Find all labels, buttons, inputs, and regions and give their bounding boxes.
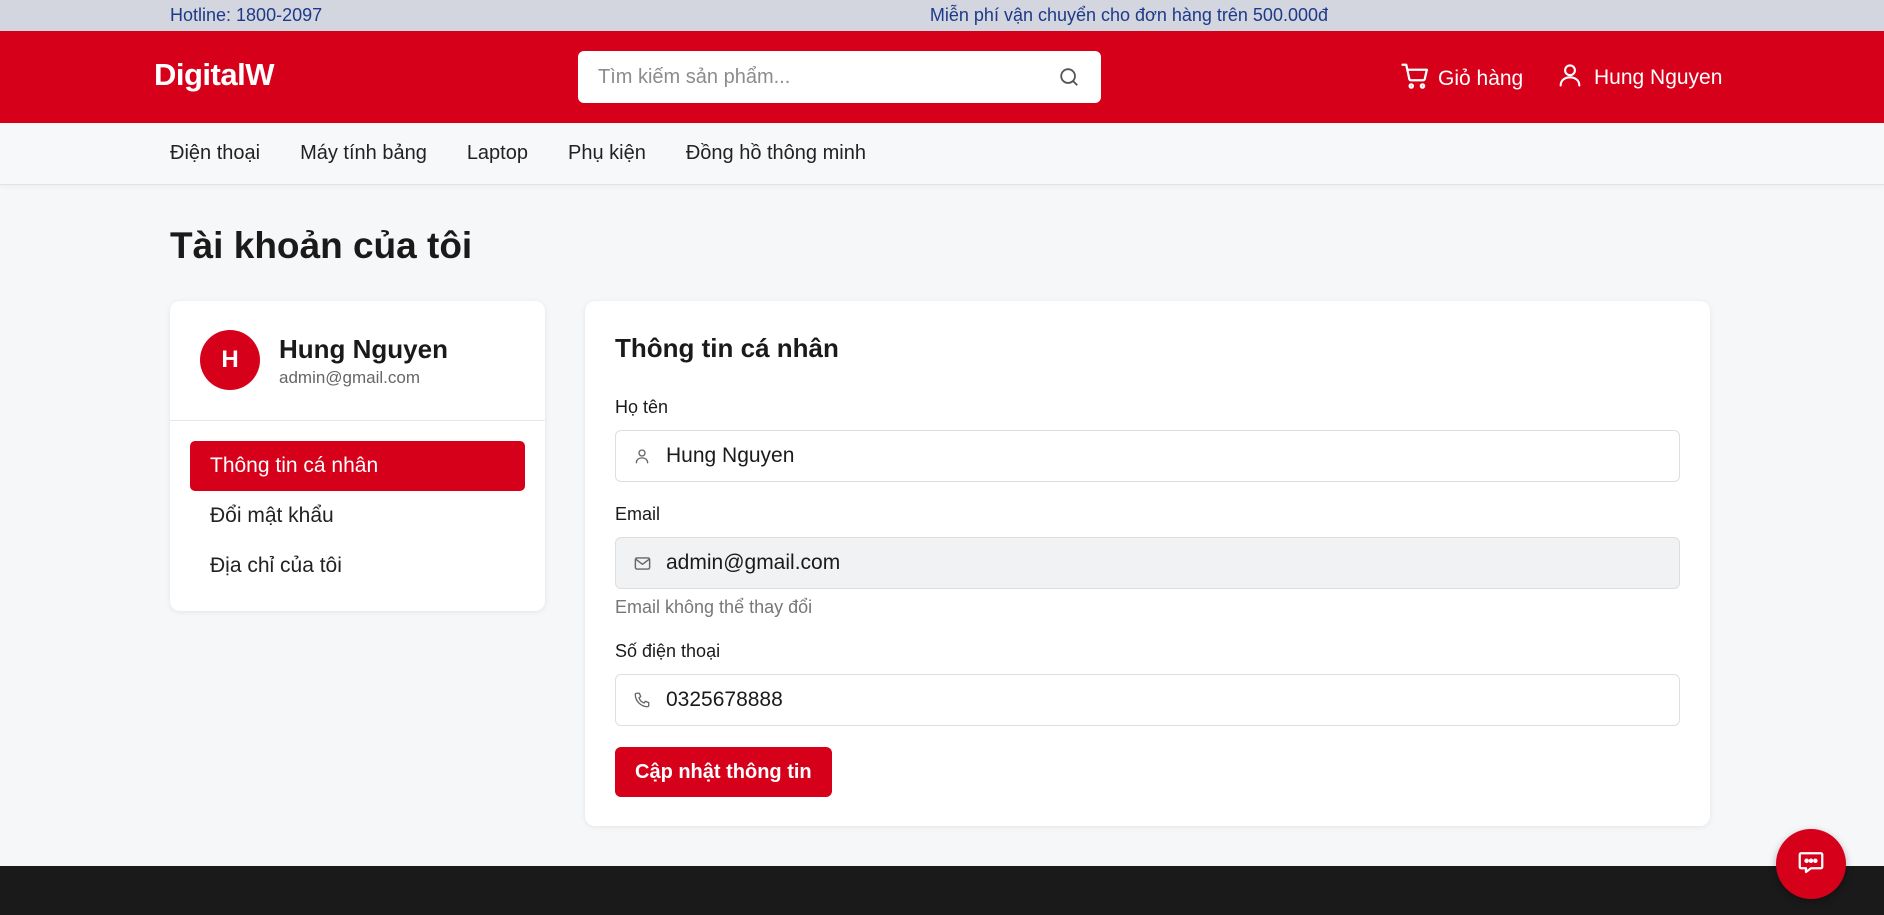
sidebar-item-personal-info[interactable]: Thông tin cá nhân (190, 441, 525, 491)
cart-link[interactable]: Giỏ hàng (1400, 61, 1523, 97)
nav-item-tablets[interactable]: Máy tính bảng (300, 142, 427, 165)
phone-label: Số điện thoại (615, 641, 721, 661)
profile-name: Hung Nguyen (279, 334, 448, 364)
phone-input[interactable] (666, 688, 1679, 712)
name-field (615, 430, 1680, 482)
cart-icon (1400, 61, 1430, 97)
email-input (666, 551, 1679, 575)
email-field (615, 537, 1680, 589)
email-hint: Email không thể thay đổi (615, 597, 813, 617)
personal-info-card: Thông tin cá nhân Họ tên Email Email khô… (585, 301, 1710, 826)
email-label: Email (615, 504, 661, 524)
category-nav: Điện thoại Máy tính bảng Laptop Phụ kiện… (0, 123, 1884, 185)
name-input[interactable] (666, 444, 1679, 468)
user-icon (1556, 61, 1584, 95)
phone-field (615, 674, 1680, 726)
account-sidebar: H Hung Nguyen admin@gmail.com Thông tin … (170, 301, 545, 611)
avatar: H (200, 330, 260, 390)
profile-email: admin@gmail.com (279, 368, 421, 387)
phone-icon (632, 690, 652, 710)
nav-item-laptop[interactable]: Laptop (467, 142, 528, 165)
sidebar-item-change-password[interactable]: Đổi mật khẩu (190, 491, 525, 541)
user-name: Hung Nguyen (1594, 66, 1723, 89)
user-menu[interactable]: Hung Nguyen (1556, 61, 1722, 95)
site-header: DigitalW Giỏ hàng Hung Nguyen (0, 31, 1884, 123)
update-info-button[interactable]: Cập nhật thông tin (615, 747, 832, 797)
user-icon (632, 446, 652, 466)
search-box (578, 51, 1101, 103)
hotline-text: Hotline: 1800-2097 (170, 5, 323, 25)
nav-item-phones[interactable]: Điện thoại (170, 142, 260, 165)
sidebar-item-addresses[interactable]: Địa chỉ của tôi (190, 541, 525, 591)
page-title: Tài khoản của tôi (170, 225, 473, 266)
search-input[interactable] (598, 65, 1057, 89)
search-icon[interactable] (1057, 65, 1081, 89)
top-info-bar: Hotline: 1800-2097 Miễn phí vận chuyển c… (0, 0, 1884, 31)
chat-icon (1796, 847, 1826, 882)
mail-icon (632, 553, 652, 573)
nav-item-smartwatch[interactable]: Đồng hồ thông minh (686, 142, 866, 165)
chat-button[interactable] (1776, 829, 1846, 899)
site-footer (0, 866, 1884, 915)
shipping-notice: Miễn phí vận chuyển cho đơn hàng trên 50… (929, 5, 1328, 25)
account-menu: Thông tin cá nhân Đổi mật khẩu Địa chỉ c… (170, 421, 545, 611)
site-logo[interactable]: DigitalW (154, 57, 275, 93)
section-title: Thông tin cá nhân (615, 333, 839, 363)
nav-item-accessories[interactable]: Phụ kiện (568, 142, 646, 165)
cart-label: Giỏ hàng (1438, 67, 1524, 90)
profile-summary: H Hung Nguyen admin@gmail.com (170, 301, 545, 421)
name-label: Họ tên (615, 397, 669, 417)
